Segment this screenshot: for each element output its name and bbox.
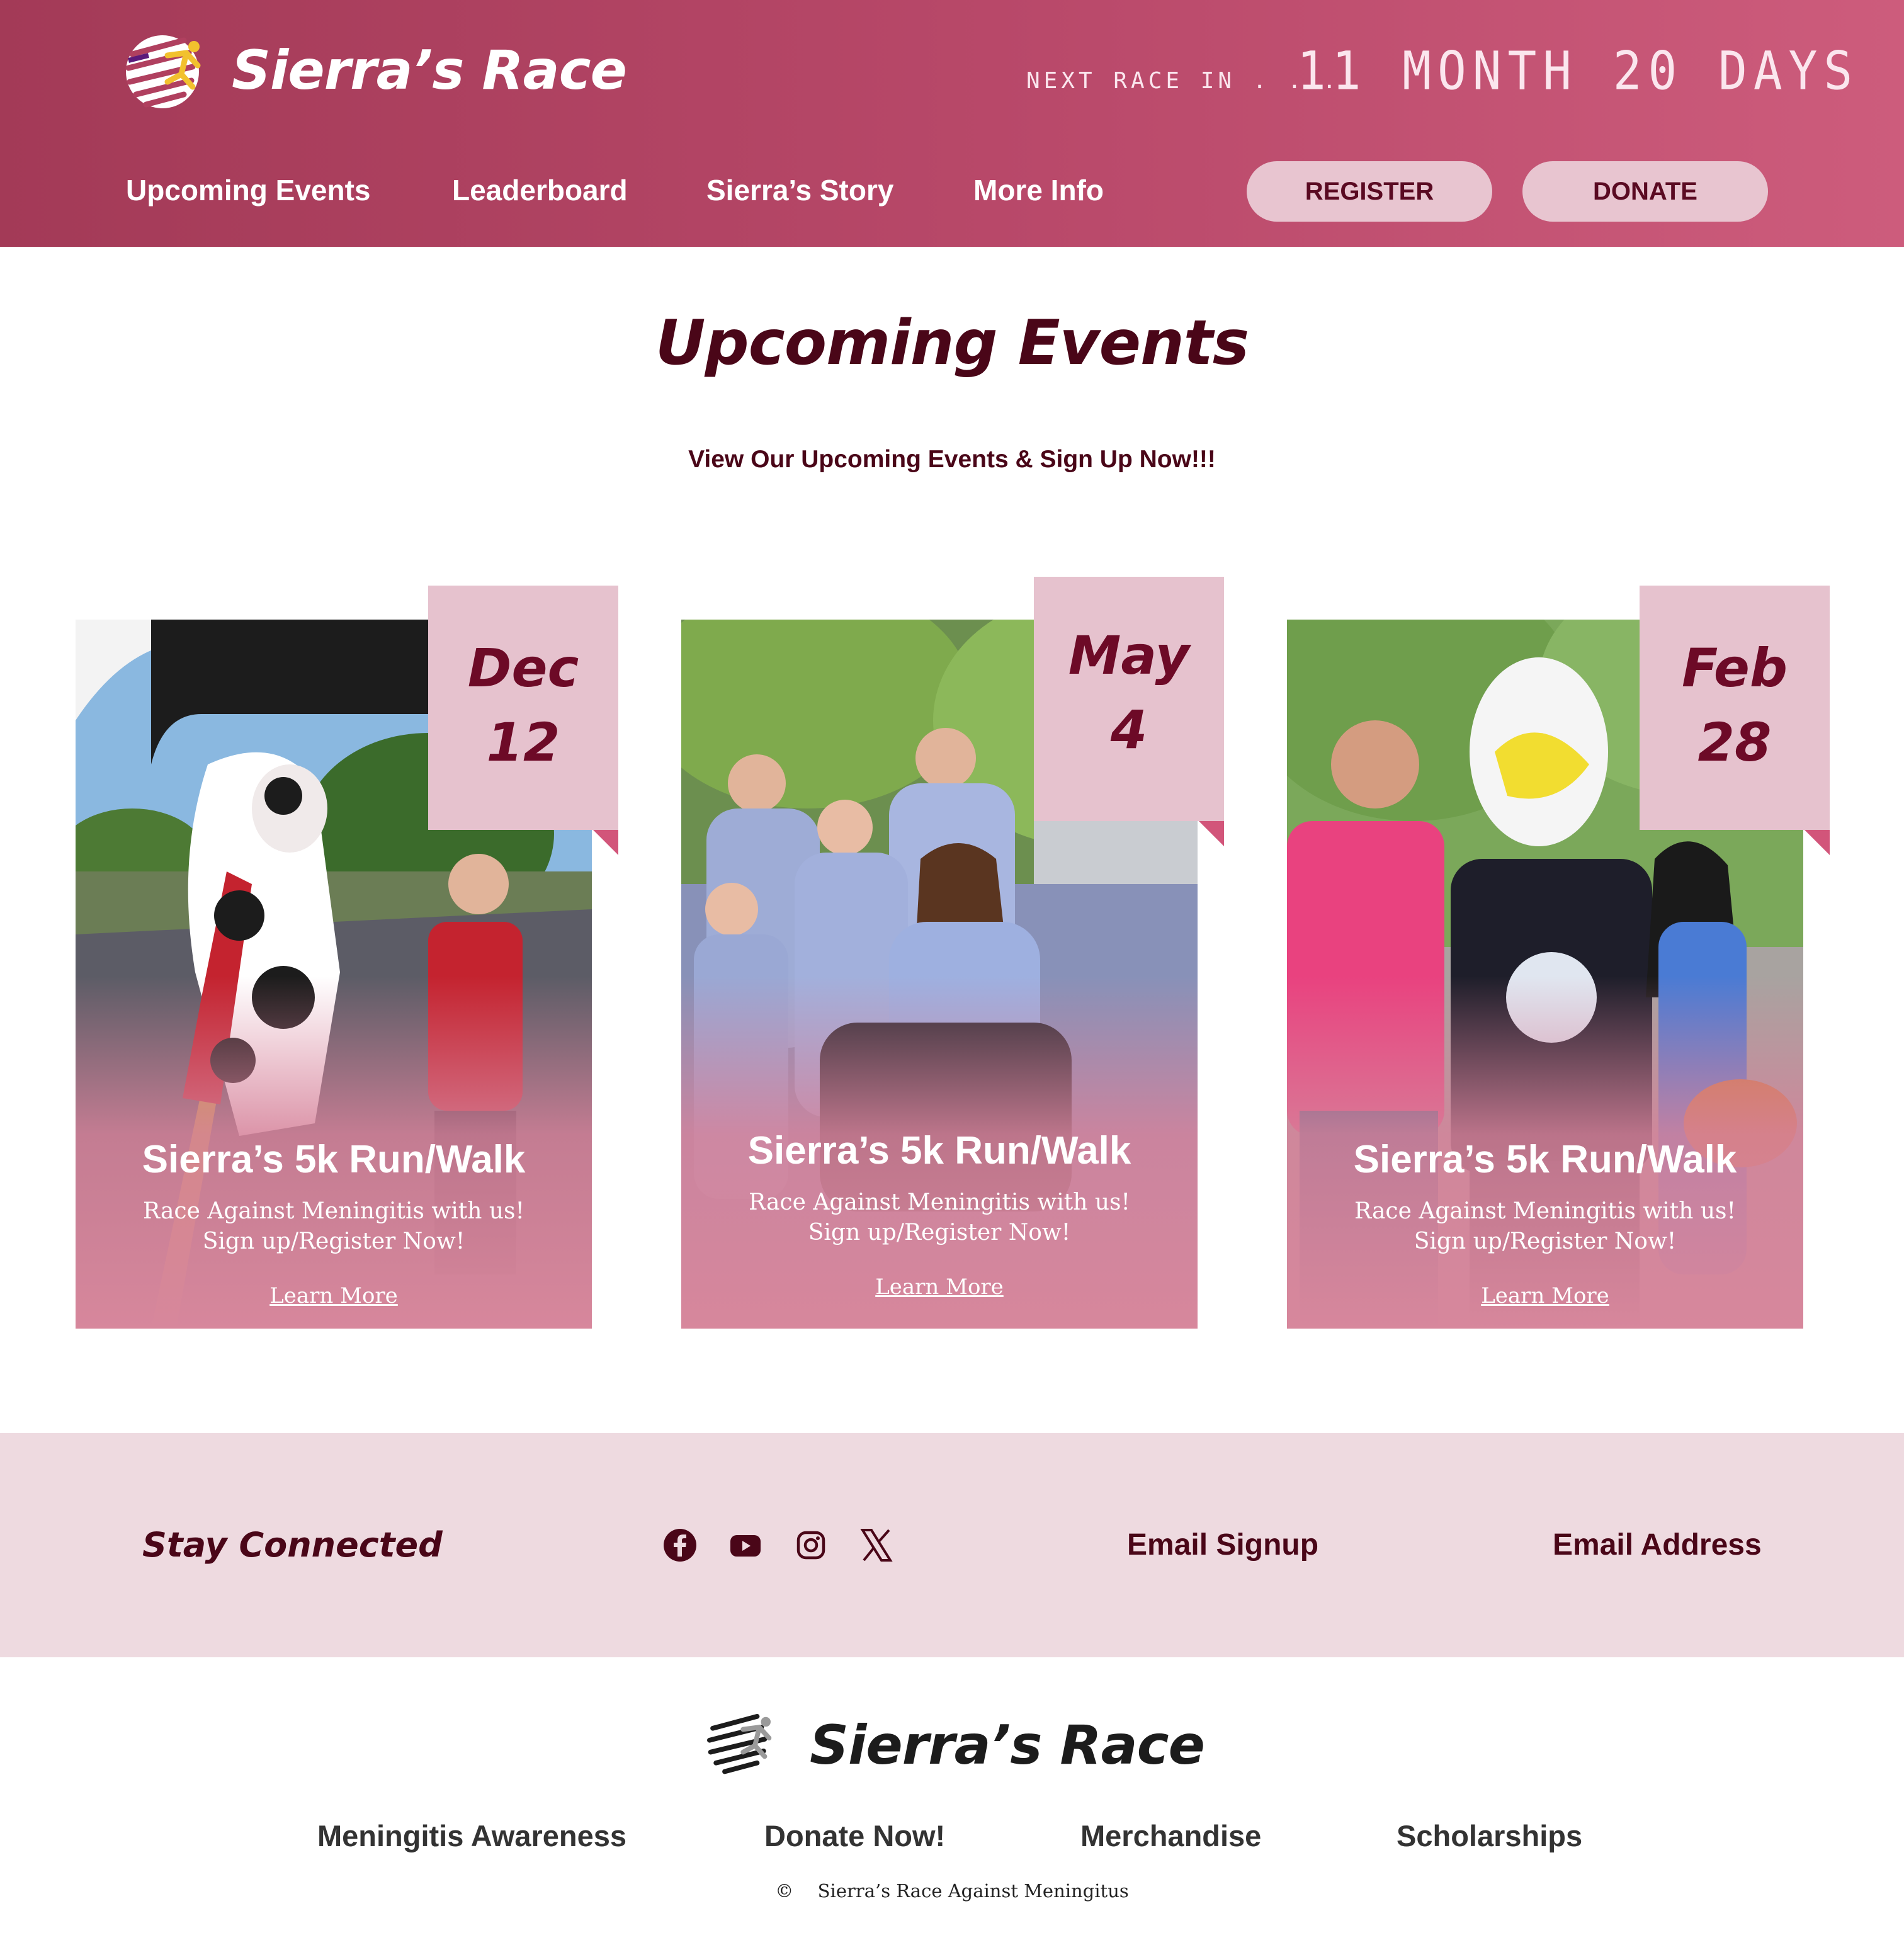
site-header: Sierra’s Race NEXT RACE IN . . . 11 MONT… — [0, 0, 1904, 247]
register-button[interactable]: REGISTER — [1247, 161, 1492, 222]
youtube-icon[interactable] — [728, 1528, 763, 1563]
event-title: Sierra’s 5k Run/Walk — [1353, 1138, 1737, 1181]
event-description: Race Against Meningitis with us! Sign up… — [749, 1189, 1130, 1245]
event-month: May — [1068, 625, 1190, 686]
nav-sierras-story[interactable]: Sierra’s Story — [706, 173, 893, 207]
countdown-label: NEXT RACE IN . . . — [1026, 68, 1340, 94]
event-description: Race Against Meningitis with us! Sign up… — [1354, 1198, 1736, 1254]
event-day: 28 — [1697, 712, 1772, 773]
copyright-text: Sierra’s Race Against Meningitus — [817, 1880, 1129, 1902]
learn-more-link[interactable]: Learn More — [681, 1274, 1198, 1300]
event-day: 4 — [1110, 699, 1148, 761]
event-day: 12 — [486, 712, 560, 773]
nav-upcoming-events[interactable]: Upcoming Events — [126, 173, 371, 207]
stay-connected-section: Stay Connected Email Signup Email Addres… — [0, 1433, 1904, 1657]
event-month: Dec — [467, 637, 579, 699]
event-title: Sierra’s 5k Run/Walk — [747, 1129, 1131, 1172]
event-date-tab-1: Dec 12 — [428, 586, 618, 830]
learn-more-link[interactable]: Learn More — [76, 1283, 592, 1308]
event-description: Race Against Meningitis with us! Sign up… — [143, 1198, 524, 1254]
learn-more-link[interactable]: Learn More — [1287, 1283, 1803, 1308]
footer-link-merchandise[interactable]: Merchandise — [1080, 1818, 1261, 1853]
email-signup-link[interactable]: Email Signup — [1127, 1528, 1318, 1562]
copyright: © Sierra’s Race Against Meningitus — [0, 1880, 1904, 1902]
event-title: Sierra’s 5k Run/Walk — [142, 1138, 526, 1181]
nav-leaderboard[interactable]: Leaderboard — [452, 173, 628, 207]
event-date-tab-3: Feb 28 — [1640, 586, 1830, 830]
copyright-icon: © — [775, 1880, 794, 1902]
date-tab-fold — [1805, 830, 1830, 855]
event-date-tab-2: May 4 — [1034, 577, 1224, 821]
stay-connected-title: Stay Connected — [142, 1525, 443, 1565]
page-subtitle: View Our Upcoming Events & Sign Up Now!!… — [688, 446, 1216, 473]
x-icon[interactable] — [859, 1528, 894, 1563]
brand-name[interactable]: Sierra’s Race — [232, 39, 627, 102]
date-tab-fold — [593, 830, 618, 855]
footer-link-donate-now[interactable]: Donate Now! — [764, 1818, 945, 1853]
runner-logo-icon[interactable] — [705, 1706, 774, 1779]
footer-link-scholarships[interactable]: Scholarships — [1397, 1818, 1582, 1853]
footer-link-meningitis-awareness[interactable]: Meningitis Awareness — [317, 1818, 626, 1853]
date-tab-fold — [1199, 821, 1224, 846]
countdown-value: 11 MONTH 20 DAYS — [1297, 40, 1859, 102]
event-month: Feb — [1682, 637, 1788, 699]
facebook-icon[interactable] — [662, 1528, 698, 1563]
nav-more-info[interactable]: More Info — [973, 173, 1104, 207]
email-address-link[interactable]: Email Address — [1553, 1528, 1762, 1562]
runner-logo-icon[interactable] — [123, 29, 204, 113]
page-title: Upcoming Events — [655, 307, 1249, 379]
donate-button[interactable]: DONATE — [1522, 161, 1768, 222]
footer-brand-name[interactable]: Sierra’s Race — [810, 1714, 1205, 1777]
instagram-icon[interactable] — [793, 1528, 829, 1563]
